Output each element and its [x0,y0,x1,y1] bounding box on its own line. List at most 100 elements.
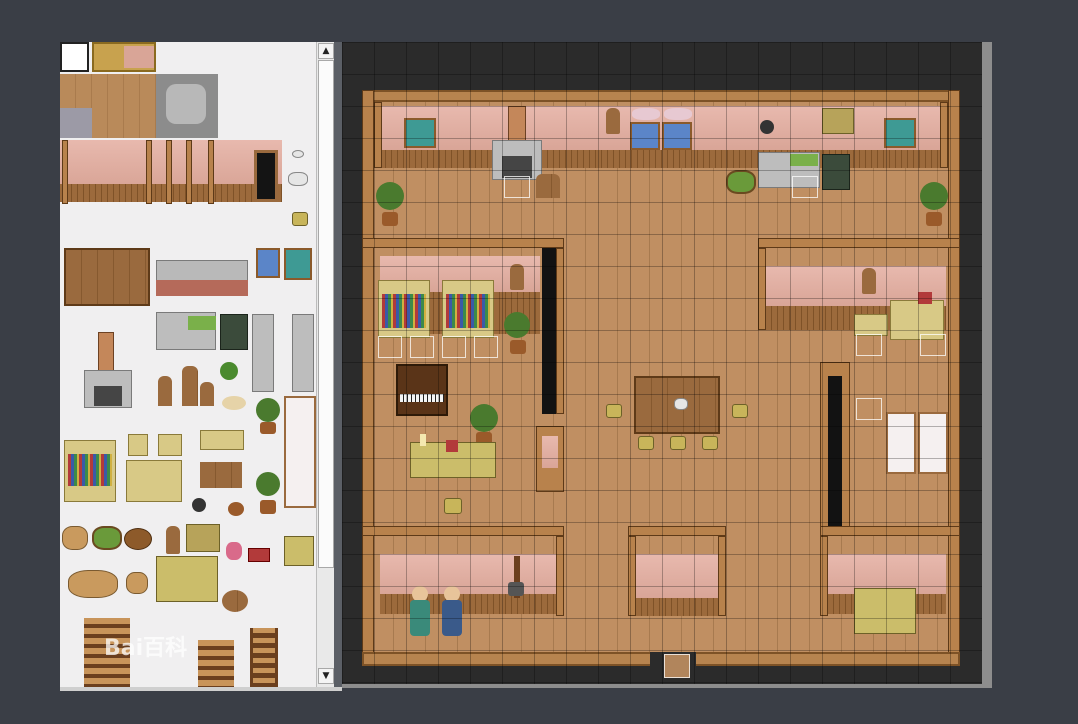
npc-villager-1[interactable] [410,600,430,636]
event-marker-kitchen[interactable] [792,176,818,198]
tile-sack-3[interactable] [126,572,148,594]
event-marker-shelf-3[interactable] [442,336,466,358]
tile-firewood-3[interactable] [200,382,214,406]
tile-stone-pattern[interactable] [166,84,206,124]
hall-right-post [940,102,948,168]
tile-firewood-2[interactable] [182,366,198,406]
scroll-down-button[interactable]: ▼ [318,668,334,684]
scroll-up-button[interactable]: ▲ [318,43,334,59]
dresser-books [918,292,932,304]
tile-potted-plant[interactable] [256,398,280,422]
tile-flowers[interactable] [222,396,246,410]
stool-2[interactable] [732,404,748,418]
palette-bottom-edge [60,687,342,691]
tile-crate-stack[interactable] [156,556,218,602]
tile-fireplace-opening[interactable] [94,386,122,406]
tile-hanging-herbs[interactable] [186,524,220,552]
tile-teapot-icon[interactable] [292,150,304,158]
hallway-right-post [718,536,726,616]
hallway-left-post [628,536,636,616]
tile-bench[interactable] [200,462,242,488]
tile-small-table[interactable] [284,536,314,566]
stool-1[interactable] [606,404,622,418]
event-marker-exit[interactable] [664,654,690,678]
tile-desk-items[interactable] [200,430,244,450]
tile-picture-frame-2[interactable] [158,434,182,456]
event-marker-bedroom[interactable] [856,398,882,420]
tile-sack-2[interactable] [68,570,118,598]
panel-divider[interactable] [334,42,342,687]
tile-post-1[interactable] [62,140,68,204]
tile-small-pot[interactable] [228,502,244,516]
selected-tile-cursor[interactable] [60,42,89,72]
right-room-desk[interactable] [854,314,888,336]
tile-bookshelf-books[interactable] [68,454,112,486]
tile-stone-pillar-2[interactable] [292,314,314,392]
piano[interactable] [396,364,448,416]
tile-stool[interactable] [292,212,308,226]
map-canvas[interactable] [342,42,982,684]
right-room-top-wall [758,238,960,248]
tile-rug-pattern[interactable] [124,46,154,68]
tile-plant-pot-2[interactable] [260,500,276,514]
tile-counter-front[interactable] [156,280,248,296]
tile-post-5[interactable] [208,140,214,204]
tile-stairs[interactable] [198,640,234,687]
library-stool[interactable] [444,498,462,514]
tile-pan[interactable] [192,498,206,512]
tile-vegetable-basket[interactable] [92,526,122,550]
tile-chimney[interactable] [98,332,114,372]
tile-plant-small[interactable] [220,362,238,380]
event-marker-desk[interactable] [856,334,882,356]
tileset-palette[interactable]: Bai百科 [60,42,316,687]
tile-doorway[interactable] [254,150,278,202]
tile-vegetables[interactable] [188,316,216,330]
cuckoo-clock-3 [862,268,876,294]
warehouse-left-post [820,536,828,616]
event-marker-shelf-4[interactable] [474,336,498,358]
bed-2[interactable] [918,412,948,474]
tile-window[interactable] [256,248,280,278]
scroll-thumb[interactable] [318,60,334,568]
tile-kettle-icon[interactable] [288,172,308,186]
event-marker-shelf-2[interactable] [410,336,434,358]
tile-window-curtain[interactable] [284,248,312,280]
tile-ladder-narrow[interactable] [250,628,278,687]
storage-right-post [556,536,564,616]
tile-post-4[interactable] [186,140,192,204]
tile-sack-1[interactable] [62,526,88,550]
tile-large-table[interactable] [64,248,150,306]
event-marker-fireplace[interactable] [504,176,530,198]
window-2 [662,122,692,150]
tile-log-pile[interactable] [222,590,248,612]
tile-bed[interactable] [284,396,316,508]
firewood-pile [536,174,560,198]
tile-stone-pillar-1[interactable] [252,314,274,392]
event-marker-dresser[interactable] [920,334,946,356]
tile-dresser[interactable] [126,460,182,502]
stool-3[interactable] [638,436,654,450]
kitchen-stove[interactable] [822,154,850,190]
bed-1[interactable] [886,412,916,474]
cuckoo-clock-2 [510,264,524,290]
tile-floor-shadow[interactable] [60,108,92,138]
tile-small-box[interactable] [248,548,270,562]
palette-scrollbar[interactable]: ▲ ▼ [316,42,335,687]
npc-villager-2[interactable] [442,600,462,636]
tile-plant-pot[interactable] [260,422,276,434]
event-marker-shelf-1[interactable] [378,336,402,358]
tile-clock[interactable] [166,526,180,554]
tile-picture-frame-1[interactable] [128,434,148,456]
piano-keys [400,394,444,402]
tile-stove[interactable] [220,314,248,350]
tile-flower-pot[interactable] [226,542,242,560]
crate-stack[interactable] [854,588,916,634]
storage-back-wall [380,554,558,594]
tile-post-2[interactable] [146,140,152,204]
stool-5[interactable] [702,436,718,450]
tile-post-3[interactable] [166,140,172,204]
tile-firewood-1[interactable] [158,376,172,406]
stool-4[interactable] [670,436,686,450]
tile-bucket[interactable] [124,528,152,550]
tile-potted-plant-2[interactable] [256,472,280,496]
